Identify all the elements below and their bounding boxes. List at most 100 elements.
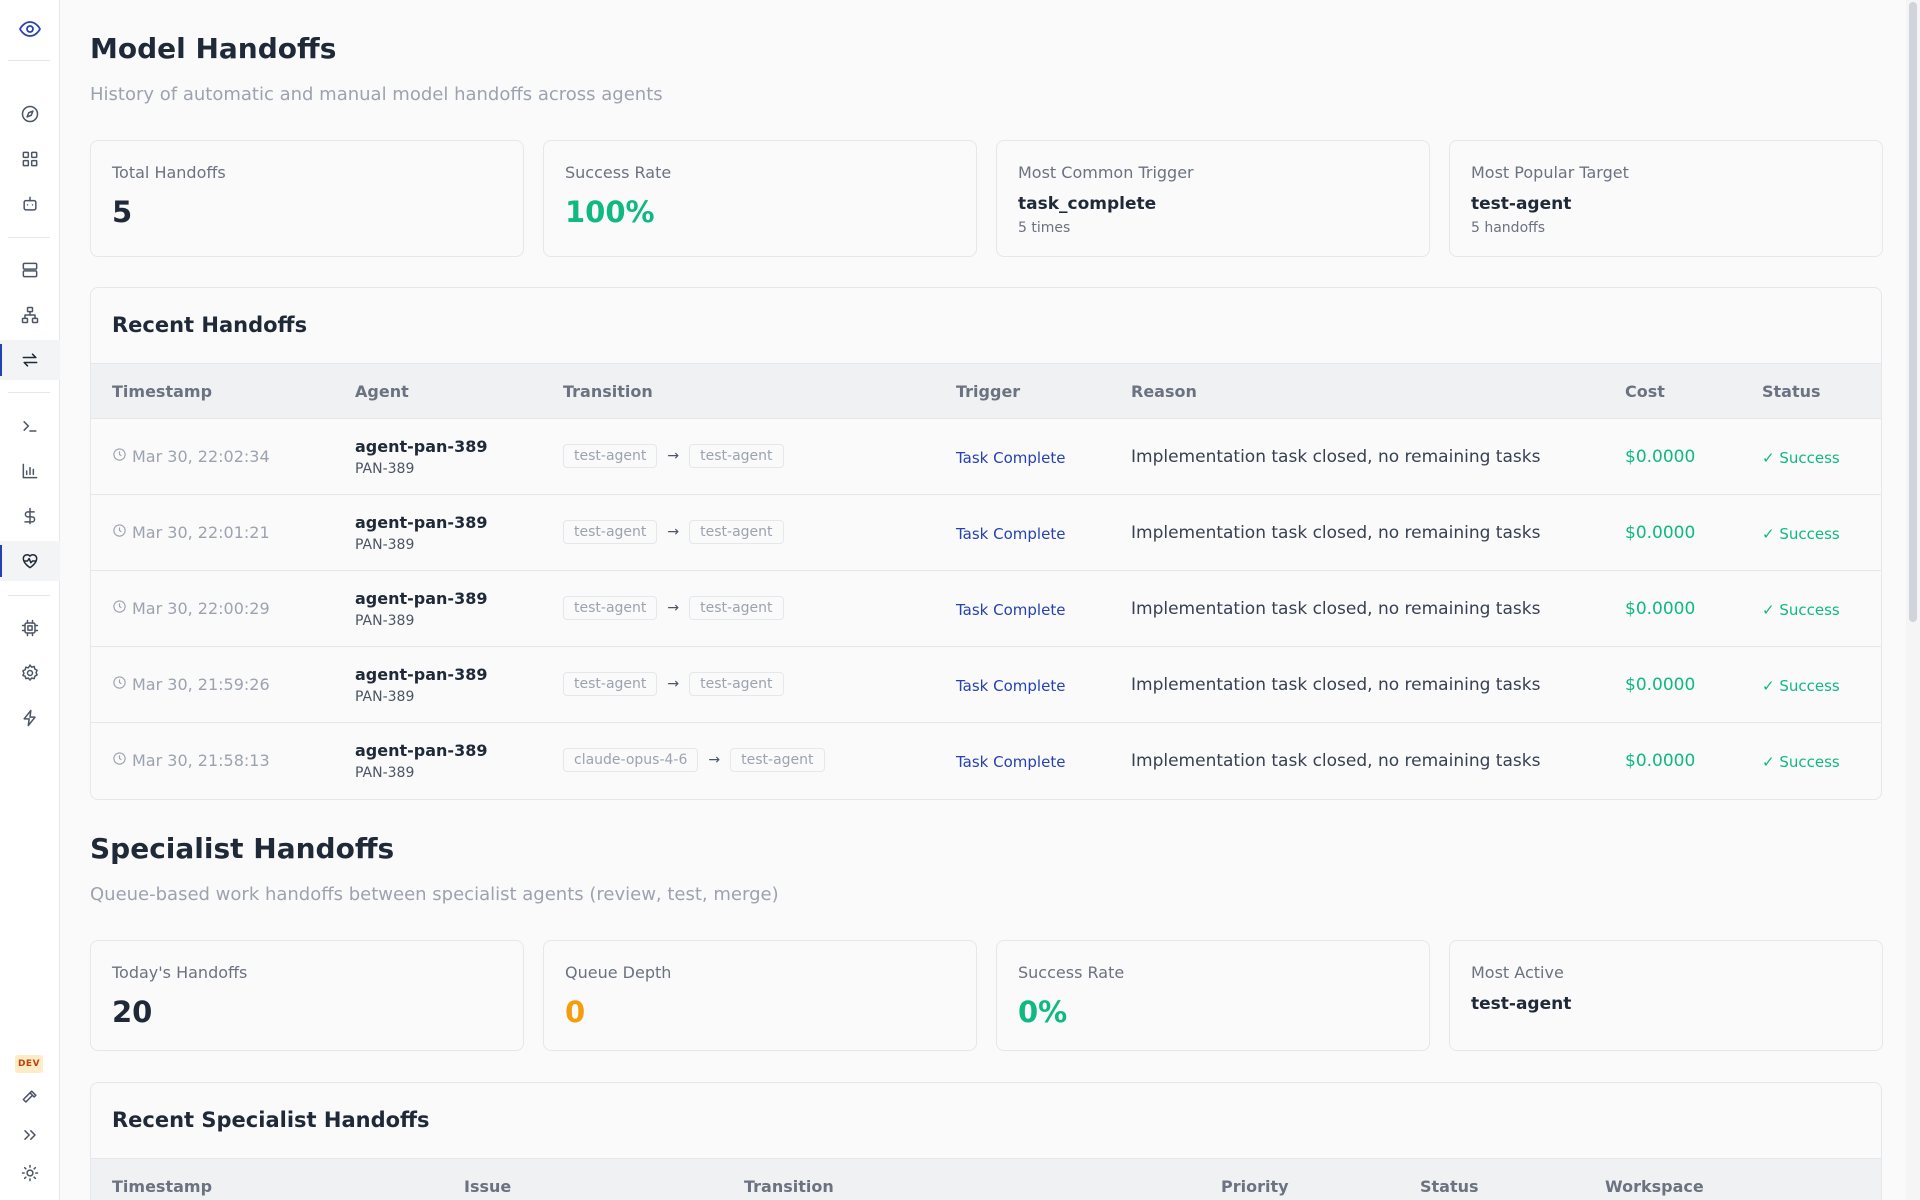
check-icon: ✓ xyxy=(1762,677,1780,695)
agent-name: agent-pan-389 xyxy=(355,437,488,456)
agent-id: PAN-389 xyxy=(355,461,415,477)
column-header-reason[interactable]: Reason xyxy=(1131,382,1197,401)
stat-label: Queue Depth xyxy=(565,963,672,982)
scroll-thumb[interactable] xyxy=(1909,2,1917,622)
compass-icon[interactable] xyxy=(0,94,60,134)
trigger-link[interactable]: Task Complete xyxy=(956,449,1065,467)
trigger-link[interactable]: Task Complete xyxy=(956,677,1065,695)
stat-card-specialist-success-rate: Success Rate 0% xyxy=(996,940,1430,1051)
transition-cell: test-agent → test-agent xyxy=(563,444,784,468)
chevrons-right-icon[interactable] xyxy=(0,1115,60,1155)
column-header-workspace[interactable]: Workspace xyxy=(1605,1177,1704,1196)
timestamp-cell: Mar 30, 22:02:34 xyxy=(112,447,270,466)
agent-name: agent-pan-389 xyxy=(355,741,488,760)
transition-cell: test-agent → test-agent xyxy=(563,520,784,544)
hammer-icon[interactable] xyxy=(0,1077,60,1117)
check-icon: ✓ xyxy=(1762,525,1780,543)
status-badge: ✓ Success xyxy=(1762,449,1840,467)
from-model-chip: test-agent xyxy=(563,444,658,468)
stat-value: 100% xyxy=(565,195,655,229)
from-model-chip: claude-opus-4-6 xyxy=(563,748,699,772)
stat-subtext: 5 times xyxy=(1018,220,1071,236)
table-header: Timestamp Agent Transition Trigger Reaso… xyxy=(91,363,1881,419)
clock-icon xyxy=(112,751,127,770)
status-text: Success xyxy=(1779,449,1840,467)
status-badge: ✓ Success xyxy=(1762,677,1840,695)
column-header-transition[interactable]: Transition xyxy=(744,1177,834,1196)
recent-specialist-handoffs-panel: Recent Specialist Handoffs Timestamp Iss… xyxy=(90,1082,1882,1200)
table-header: Timestamp Issue Transition Priority Stat… xyxy=(91,1158,1881,1200)
column-header-agent[interactable]: Agent xyxy=(355,382,409,401)
timestamp-cell: Mar 30, 21:59:26 xyxy=(112,675,270,694)
chip-icon[interactable] xyxy=(0,608,60,648)
transition-cell: test-agent → test-agent xyxy=(563,672,784,696)
timestamp-cell: Mar 30, 22:01:21 xyxy=(112,523,270,542)
agent-id: PAN-389 xyxy=(355,537,415,553)
table-row[interactable]: Mar 30, 22:00:29 agent-pan-389 PAN-389 test… xyxy=(91,571,1881,647)
timestamp-cell: Mar 30, 21:58:13 xyxy=(112,751,270,770)
column-header-priority[interactable]: Priority xyxy=(1221,1177,1289,1196)
clock-icon xyxy=(112,599,127,618)
stat-label: Success Rate xyxy=(1018,963,1125,982)
cost-value: $0.0000 xyxy=(1625,675,1696,695)
trigger-link[interactable]: Task Complete xyxy=(956,525,1065,543)
table-row[interactable]: Mar 30, 21:59:26 agent-pan-389 PAN-389 test… xyxy=(91,647,1881,723)
terminal-icon[interactable] xyxy=(0,406,60,446)
sun-icon[interactable] xyxy=(0,1153,60,1193)
network-icon[interactable] xyxy=(0,295,60,335)
stat-value: 0 xyxy=(565,995,586,1029)
check-icon: ✓ xyxy=(1762,449,1780,467)
page-title: Model Handoffs xyxy=(90,32,337,65)
transition-cell: claude-opus-4-6 → test-agent xyxy=(563,748,825,772)
status-text: Success xyxy=(1779,601,1840,619)
scrollbar[interactable] xyxy=(1906,0,1920,1200)
agent-id: PAN-389 xyxy=(355,765,415,781)
table-row[interactable]: Mar 30, 22:01:21 agent-pan-389 PAN-389 test… xyxy=(91,495,1881,571)
table-row[interactable]: Mar 30, 21:58:13 agent-pan-389 PAN-389 clau… xyxy=(91,723,1881,799)
timestamp-text: Mar 30, 22:00:29 xyxy=(132,599,270,618)
column-header-transition[interactable]: Transition xyxy=(563,382,653,401)
to-model-chip: test-agent xyxy=(730,748,825,772)
column-header-timestamp[interactable]: Timestamp xyxy=(112,382,212,401)
agent-name: agent-pan-389 xyxy=(355,589,488,608)
section-title: Specialist Handoffs xyxy=(90,832,395,865)
stat-card-today-handoffs: Today's Handoffs 20 xyxy=(90,940,524,1051)
arrow-right-icon: → xyxy=(667,600,680,616)
dev-badge: DEV xyxy=(15,1055,43,1073)
table-row[interactable]: Mar 30, 22:02:34 agent-pan-389 PAN-389 test… xyxy=(91,419,1881,495)
trigger-link[interactable]: Task Complete xyxy=(956,601,1065,619)
bolt-icon[interactable] xyxy=(0,698,60,738)
timestamp-text: Mar 30, 22:02:34 xyxy=(132,447,270,466)
trigger-link[interactable]: Task Complete xyxy=(956,753,1065,771)
stat-label: Most Common Trigger xyxy=(1018,163,1194,182)
stat-value: test-agent xyxy=(1471,194,1572,214)
column-header-status[interactable]: Status xyxy=(1420,1177,1479,1196)
eye-icon[interactable] xyxy=(0,9,60,49)
column-header-timestamp[interactable]: Timestamp xyxy=(112,1177,212,1196)
dollar-icon[interactable] xyxy=(0,496,60,536)
arrow-right-icon: → xyxy=(667,524,680,540)
transition-cell: test-agent → test-agent xyxy=(563,596,784,620)
arrows-swap-icon[interactable] xyxy=(0,340,60,380)
timestamp-text: Mar 30, 21:59:26 xyxy=(132,675,270,694)
timestamp-text: Mar 30, 21:58:13 xyxy=(132,751,270,770)
column-header-trigger[interactable]: Trigger xyxy=(956,382,1020,401)
status-text: Success xyxy=(1779,677,1840,695)
gear-icon[interactable] xyxy=(0,653,60,693)
arrow-right-icon: → xyxy=(708,752,721,768)
grid-icon[interactable] xyxy=(0,139,60,179)
reason-text: Implementation task closed, no remaining… xyxy=(1131,447,1541,467)
column-header-status[interactable]: Status xyxy=(1762,382,1821,401)
status-badge: ✓ Success xyxy=(1762,601,1840,619)
heart-pulse-icon[interactable] xyxy=(0,541,60,581)
recent-handoffs-panel: Recent Handoffs Timestamp Agent Transiti… xyxy=(90,287,1882,800)
server-icon[interactable] xyxy=(0,250,60,290)
column-header-issue[interactable]: Issue xyxy=(464,1177,511,1196)
panel-title: Recent Handoffs xyxy=(112,313,308,337)
bot-icon[interactable] xyxy=(0,184,60,224)
column-header-cost[interactable]: Cost xyxy=(1625,382,1665,401)
bar-chart-icon[interactable] xyxy=(0,451,60,491)
from-model-chip: test-agent xyxy=(563,520,658,544)
stat-value: 20 xyxy=(112,995,153,1029)
stat-card-popular-target: Most Popular Target test-agent 5 handoff… xyxy=(1449,140,1883,257)
